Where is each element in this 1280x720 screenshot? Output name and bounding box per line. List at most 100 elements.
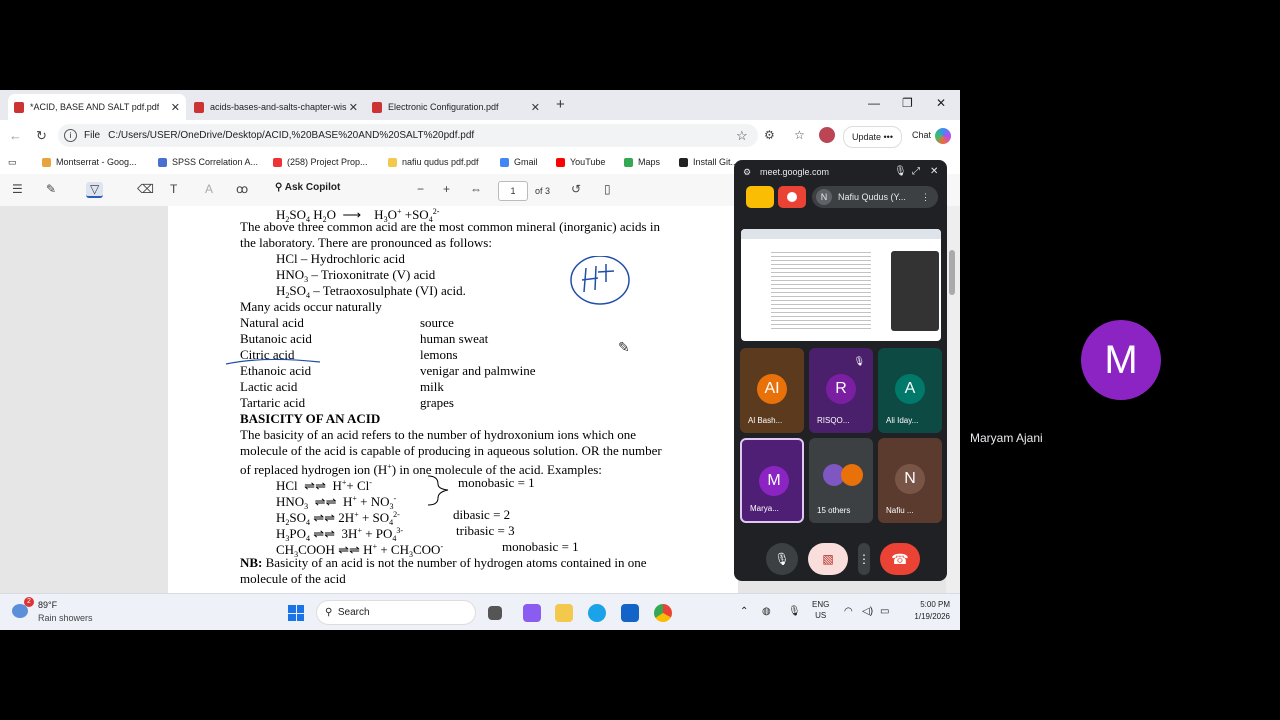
- address-row: ← ↻ i File C:/Users/USER/OneDrive/Deskto…: [0, 120, 960, 152]
- time: 5:00 PM: [920, 600, 950, 609]
- profile-avatar[interactable]: [819, 127, 835, 143]
- activities-button[interactable]: [746, 186, 774, 208]
- info-icon[interactable]: i: [64, 129, 77, 142]
- google-icon: [500, 157, 509, 167]
- contents-icon[interactable]: ☰: [12, 182, 23, 196]
- url-text[interactable]: C:/Users/USER/OneDrive/Desktop/ACID,%20B…: [108, 130, 474, 141]
- bookmark-maps[interactable]: Maps: [624, 157, 660, 167]
- text-icon[interactable]: T: [170, 182, 177, 196]
- chrome-icon[interactable]: [654, 604, 672, 622]
- tab-acids-bases-salts[interactable]: acids-bases-and-salts-chapter-wis ✕: [188, 94, 364, 120]
- expand-icon[interactable]: ⤢: [912, 166, 920, 177]
- edge-icon[interactable]: [588, 604, 606, 622]
- more-options-button[interactable]: ⋮: [858, 543, 870, 575]
- draw-icon[interactable]: ▽: [86, 182, 104, 198]
- mic-button[interactable]: 🎙: [766, 543, 798, 575]
- presenter-chip[interactable]: N Nafiu Qudus (Y... ⋮: [812, 186, 938, 208]
- participant-tile[interactable]: N Nafiu ...: [878, 438, 942, 523]
- back-icon[interactable]: ←: [9, 128, 22, 143]
- windows-start-icon[interactable]: [288, 605, 304, 621]
- bookmark-label: YouTube: [570, 157, 606, 167]
- page-number-input[interactable]: 1: [498, 181, 528, 201]
- nb-line-2: molecule of the acid: [240, 571, 346, 586]
- leave-call-button[interactable]: ☎: [880, 543, 920, 575]
- pdf-icon: [372, 101, 382, 113]
- minimize-icon[interactable]: —: [868, 96, 880, 110]
- tab-electronic-config[interactable]: Electronic Configuration.pdf ✕: [366, 94, 546, 120]
- bookmarks-icon[interactable]: ▭: [8, 157, 17, 168]
- participant-tile[interactable]: AI Al Bash...: [740, 348, 804, 433]
- bookmark-youtube[interactable]: YouTube: [556, 157, 605, 167]
- battery-icon[interactable]: ▭: [880, 606, 889, 617]
- new-tab-icon[interactable]: +: [556, 96, 565, 113]
- presenter-name: Nafiu Qudus (Y...: [838, 192, 906, 202]
- participant-tile[interactable]: 15 others: [809, 438, 873, 523]
- others-badge: [841, 464, 863, 486]
- rotate-icon[interactable]: ↺: [571, 182, 581, 196]
- window-close-icon[interactable]: ✕: [936, 96, 946, 110]
- extensions-icon[interactable]: ⚙: [764, 128, 775, 142]
- volume-icon[interactable]: ◁): [862, 606, 873, 617]
- maps-icon: [624, 157, 633, 167]
- bookmark-montserrat[interactable]: Montserrat - Goog...: [42, 157, 137, 167]
- participant-tile[interactable]: 🎙 R RISQO...: [809, 348, 873, 433]
- bookmark-git[interactable]: Install Git...: [679, 157, 738, 167]
- restore-icon[interactable]: ❐: [902, 96, 913, 110]
- meet-url: meet.google.com: [760, 167, 830, 177]
- mic-tray-icon[interactable]: 🎙: [788, 606, 801, 617]
- fit-page-icon[interactable]: ⇔: [470, 182, 482, 196]
- close-icon[interactable]: ✕: [930, 166, 938, 177]
- shared-screen-thumbnail[interactable]: [741, 229, 941, 341]
- favorites-icon[interactable]: ☆: [794, 128, 805, 142]
- tray-chevron-icon[interactable]: ⌃: [740, 606, 748, 617]
- highlight-icon[interactable]: ✎: [46, 182, 56, 196]
- bookmark-spss[interactable]: SPSS Correlation A...: [158, 157, 258, 167]
- chat-label[interactable]: Chat: [912, 130, 931, 140]
- nb-line: NB: Basicity of an acid is not the numbe…: [240, 555, 647, 570]
- close-icon[interactable]: ✕: [349, 101, 358, 114]
- close-icon[interactable]: ✕: [531, 101, 540, 114]
- address-bar[interactable]: i File C:/Users/USER/OneDrive/Desktop/AC…: [58, 124, 758, 147]
- basicity-heading: BASICITY OF AN ACID: [240, 411, 381, 426]
- settings-icon[interactable]: ⚙: [743, 167, 751, 178]
- bookmark-project[interactable]: (258) Project Prop...: [273, 157, 368, 167]
- hand-drawn-h-plus: [570, 256, 630, 305]
- close-icon[interactable]: ✕: [171, 101, 180, 114]
- copilot-icon[interactable]: [935, 128, 951, 144]
- camera-tray-icon[interactable]: ◍: [762, 606, 771, 617]
- participant-tile[interactable]: A Ali Iday...: [878, 348, 942, 433]
- star-icon[interactable]: ☆: [736, 128, 748, 144]
- language-indicator[interactable]: ENG US: [812, 599, 829, 621]
- camera-off-button[interactable]: ▧: [808, 543, 848, 575]
- read-aloud-icon[interactable]: ꝏ: [236, 182, 248, 196]
- text-size-icon[interactable]: A: [205, 182, 213, 196]
- file-explorer-icon[interactable]: [555, 604, 573, 622]
- taskbar-search[interactable]: ⚲ Search: [316, 600, 476, 625]
- basicity-para-2: molecule of the acid is capable of produ…: [240, 443, 662, 458]
- scrollbar-thumb[interactable]: [949, 250, 955, 295]
- update-button[interactable]: Update •••: [843, 126, 902, 148]
- bookmark-gmail[interactable]: Gmail: [500, 157, 538, 167]
- zoom-out-icon[interactable]: −: [417, 182, 424, 196]
- more-icon[interactable]: ⋮: [921, 192, 930, 203]
- wifi-icon[interactable]: ◠: [844, 606, 853, 617]
- participant-name: Ali Iday...: [886, 416, 919, 425]
- pdf-icon: [194, 101, 204, 113]
- ask-copilot-button[interactable]: ⚲ Ask Copilot: [275, 182, 340, 193]
- participant-tile[interactable]: M Marya...: [740, 438, 804, 523]
- date: 1/19/2026: [914, 612, 950, 621]
- store-icon[interactable]: [621, 604, 639, 622]
- thumbnail-browser-bar: [741, 229, 941, 239]
- acid-hcl: HCl – Hydrochloric acid: [276, 251, 405, 266]
- reload-icon[interactable]: ↻: [36, 128, 47, 144]
- task-view-icon[interactable]: [488, 606, 502, 620]
- recording-button[interactable]: [778, 186, 806, 208]
- zoom-in-icon[interactable]: +: [443, 182, 450, 196]
- clock[interactable]: 5:00 PM 1/19/2026: [900, 599, 950, 623]
- tab-acid-base-salt[interactable]: *ACID, BASE AND SALT pdf.pdf ✕: [8, 94, 186, 120]
- bookmark-nafiu-pdf[interactable]: nafiu qudus pdf.pdf: [388, 157, 479, 167]
- meet-popup[interactable]: ⚙ meet.google.com 🎙 ⤢ ✕ N Nafiu Qudus (Y…: [734, 160, 947, 581]
- erase-icon[interactable]: ⌫: [137, 182, 154, 196]
- page-view-icon[interactable]: ▯: [604, 182, 611, 196]
- copilot-app-icon[interactable]: [523, 604, 541, 622]
